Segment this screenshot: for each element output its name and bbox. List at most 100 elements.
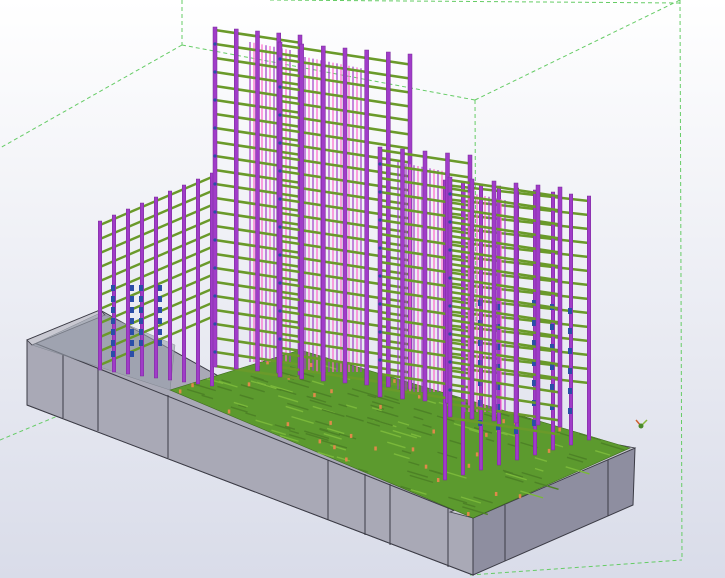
column-anchor (158, 318, 162, 324)
column-anchor (568, 328, 572, 334)
connection-node (213, 266, 217, 270)
connection-node (448, 388, 452, 392)
frame-column-left[interactable] (112, 214, 116, 373)
slab-detail-mark (309, 363, 313, 368)
frame-column-left[interactable] (196, 178, 200, 385)
column-anchor (568, 368, 572, 374)
tower-column[interactable] (321, 45, 326, 382)
connection-node (213, 126, 217, 130)
slab-detail-mark (333, 445, 336, 450)
slab-detail-mark (547, 448, 551, 453)
column-anchor (111, 318, 115, 324)
slab-detail-mark (374, 446, 377, 451)
connection-node (278, 57, 282, 61)
tower-column[interactable] (513, 182, 519, 424)
tower-column[interactable] (422, 150, 428, 402)
tower-column[interactable] (342, 47, 348, 384)
tower-column[interactable] (234, 28, 239, 370)
column-anchor (130, 329, 134, 335)
3d-scene[interactable] (0, 0, 725, 578)
column-anchor (550, 384, 554, 390)
column-anchor (532, 320, 536, 326)
tower-column[interactable] (277, 41, 283, 378)
tower-column[interactable] (400, 148, 405, 400)
slab-detail-mark (286, 422, 290, 427)
column-anchor (130, 285, 134, 291)
column-anchor (111, 340, 115, 346)
slab-detail-mark (432, 429, 435, 434)
frame-column-left[interactable] (168, 190, 172, 381)
connection-node (448, 220, 452, 224)
tower-column[interactable] (212, 26, 218, 368)
connection-node (278, 253, 282, 257)
tower-column[interactable] (535, 184, 541, 426)
frame-column-right[interactable] (569, 193, 573, 446)
connection-node (378, 246, 382, 250)
tower-column[interactable] (364, 49, 369, 386)
connection-node (378, 330, 382, 334)
frame-column-left[interactable] (182, 184, 186, 383)
column-anchor (158, 285, 162, 291)
column-anchor (111, 351, 115, 357)
connection-node (278, 337, 282, 341)
slab-detail-mark (178, 389, 182, 394)
column-anchor (139, 307, 143, 313)
model-viewport[interactable] (0, 0, 725, 578)
connection-node (213, 70, 217, 74)
connection-node (213, 42, 217, 46)
slab-detail-mark (329, 420, 332, 425)
slab-detail-mark (485, 432, 488, 437)
slab-detail-mark (191, 383, 194, 388)
column-anchor (130, 296, 134, 302)
column-anchor (139, 340, 143, 346)
slab-detail-mark (518, 494, 522, 499)
column-anchor (130, 351, 134, 357)
connection-node (448, 276, 452, 280)
connection-node (448, 360, 452, 364)
slab-detail-mark (467, 463, 471, 468)
slab-detail-mark (313, 393, 316, 398)
column-anchor (130, 318, 134, 324)
column-anchor (532, 420, 536, 426)
connection-node (278, 197, 282, 201)
slab-detail-mark (494, 491, 498, 496)
column-anchor (568, 408, 572, 414)
slab-detail-mark (318, 439, 322, 444)
tower-column[interactable] (255, 30, 260, 372)
tower-column[interactable] (299, 43, 304, 380)
frame-column-right[interactable] (587, 195, 591, 441)
tower-column[interactable] (447, 176, 453, 418)
tower-column[interactable] (491, 180, 497, 422)
connection-node (278, 169, 282, 173)
slab-detail-mark (424, 464, 428, 469)
frame-column-left[interactable] (154, 196, 158, 379)
axis-origin (638, 423, 644, 429)
column-anchor (158, 296, 162, 302)
slab-detail-mark (558, 427, 561, 432)
connection-node (213, 322, 217, 326)
column-anchor (568, 348, 572, 354)
frame-column-right[interactable] (461, 181, 465, 476)
tower-column[interactable] (386, 51, 391, 388)
column-anchor (158, 340, 162, 346)
frame-column-left[interactable] (126, 208, 130, 375)
column-anchor (139, 329, 143, 335)
tower-column[interactable] (469, 178, 475, 420)
column-anchor (158, 329, 162, 335)
slab-detail-mark (475, 452, 479, 457)
tower-column[interactable] (557, 186, 563, 428)
column-anchor (111, 296, 115, 302)
connection-node (378, 358, 382, 362)
column-anchor (550, 364, 554, 370)
connection-node (448, 192, 452, 196)
connection-node (378, 190, 382, 194)
connection-node (278, 281, 282, 285)
connection-node (378, 162, 382, 166)
connection-node (278, 225, 282, 229)
slab-detail-mark (436, 478, 440, 483)
connection-node (278, 309, 282, 313)
frame-column-left[interactable] (98, 220, 102, 371)
column-anchor (139, 318, 143, 324)
connection-node (378, 218, 382, 222)
connection-node (378, 274, 382, 278)
